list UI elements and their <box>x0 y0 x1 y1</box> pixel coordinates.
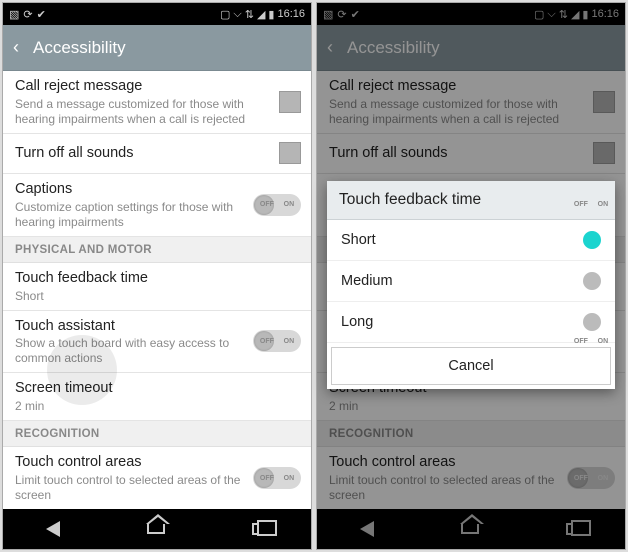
nav-back-icon[interactable] <box>46 521 60 537</box>
toggle[interactable]: OFF ON <box>253 194 301 216</box>
toggle[interactable]: OFF ON <box>253 330 301 352</box>
status-right: ▢ ⌵ ⇅ ◢ ▮ 16:16 <box>220 8 305 21</box>
toggle-on-label: ON <box>598 338 609 345</box>
status-left: ▧ ⟳ ✔ <box>9 8 46 21</box>
nav-bar <box>3 509 311 549</box>
app-bar: ‹ Accessibility <box>3 25 311 71</box>
battery-icon: ▮ <box>268 8 274 21</box>
row-subtitle: Limit touch control to selected areas of… <box>15 473 245 503</box>
toggle-off-label: OFF <box>574 201 588 208</box>
option-label: Medium <box>341 273 393 289</box>
nav-home-icon[interactable] <box>147 524 165 534</box>
section-physical-motor: PHYSICAL AND MOTOR <box>3 237 311 263</box>
section-recognition: RECOGNITION <box>3 421 311 447</box>
radio-icon <box>583 231 601 249</box>
row-subtitle: Customize caption settings for those wit… <box>15 200 245 230</box>
clock: 16:16 <box>277 8 305 20</box>
row-call-reject[interactable]: Call reject message Send a message custo… <box>3 71 311 134</box>
phone-right: ▧ ⟳ ✔ ▢ ⌵ ⇅ ◢ ▮ 16:16 ‹ Accessibility Ca… <box>316 2 626 550</box>
toggle-off-label: OFF <box>260 338 274 345</box>
image-icon: ▧ <box>9 8 19 21</box>
toggle-off-label: OFF <box>574 338 588 345</box>
row-touch-control[interactable]: Touch control areas Limit touch control … <box>3 447 311 509</box>
nfc-icon: ▢ <box>220 8 230 21</box>
row-title: Touch assistant <box>15 317 245 336</box>
row-subtitle: 2 min <box>15 399 301 414</box>
radio-icon <box>583 313 601 331</box>
row-screen-timeout[interactable]: Screen timeout 2 min <box>3 373 311 421</box>
toggle-on-label: ON <box>598 475 609 482</box>
toggle[interactable]: OFF ON <box>253 467 301 489</box>
cancel-button[interactable]: Cancel <box>331 347 611 385</box>
row-captions[interactable]: Captions Customize caption settings for … <box>3 174 311 237</box>
toggle-on-label: ON <box>284 201 295 208</box>
nav-recent-icon[interactable] <box>252 523 268 535</box>
toggle-on-label: ON <box>598 201 609 208</box>
settings-list: Call reject message Send a message custo… <box>3 71 311 509</box>
data-icon: ⇅ <box>245 8 254 21</box>
option-short[interactable]: Short <box>327 220 615 261</box>
checkbox[interactable] <box>279 91 301 113</box>
status-bar: ▧ ⟳ ✔ ▢ ⌵ ⇅ ◢ ▮ 16:16 <box>3 3 311 25</box>
option-long[interactable]: Long <box>327 302 615 343</box>
page-title: Accessibility <box>33 38 126 58</box>
toggle-off-label: OFF <box>260 475 274 482</box>
phone-left: ▧ ⟳ ✔ ▢ ⌵ ⇅ ◢ ▮ 16:16 ‹ Accessibility Ca… <box>2 2 312 550</box>
row-title: Turn off all sounds <box>15 144 271 163</box>
toggle-off-label: OFF <box>574 475 588 482</box>
toggle-off-label: OFF <box>260 201 274 208</box>
check-icon: ✔ <box>37 8 46 21</box>
option-medium[interactable]: Medium <box>327 261 615 302</box>
row-title: Touch feedback time <box>15 269 301 288</box>
touch-feedback-dialog: Touch feedback time Short Medium Long Ca… <box>327 181 615 389</box>
wifi-icon: ⌵ <box>233 8 241 21</box>
back-icon[interactable]: ‹ <box>13 37 19 58</box>
row-subtitle: Short <box>15 289 301 304</box>
row-title: Touch control areas <box>15 453 245 472</box>
row-touch-feedback[interactable]: Touch feedback time Short <box>3 263 311 311</box>
option-label: Long <box>341 314 373 330</box>
row-title: Screen timeout <box>15 379 301 398</box>
checkbox[interactable] <box>279 142 301 164</box>
row-title: Captions <box>15 180 245 199</box>
signal-icon: ◢ <box>257 8 265 21</box>
sync-icon: ⟳ <box>23 8 32 21</box>
toggle-on-label: ON <box>284 475 295 482</box>
option-label: Short <box>341 232 376 248</box>
row-touch-assist[interactable]: Touch assistant Show a touch board with … <box>3 311 311 374</box>
toggle-on-label: ON <box>284 338 295 345</box>
radio-icon <box>583 272 601 290</box>
row-subtitle: Show a touch board with easy access to c… <box>15 336 245 366</box>
row-title: Call reject message <box>15 77 271 96</box>
row-subtitle: Send a message customized for those with… <box>15 97 271 127</box>
dialog-title: Touch feedback time <box>327 181 615 220</box>
row-turn-off-sounds[interactable]: Turn off all sounds <box>3 134 311 174</box>
